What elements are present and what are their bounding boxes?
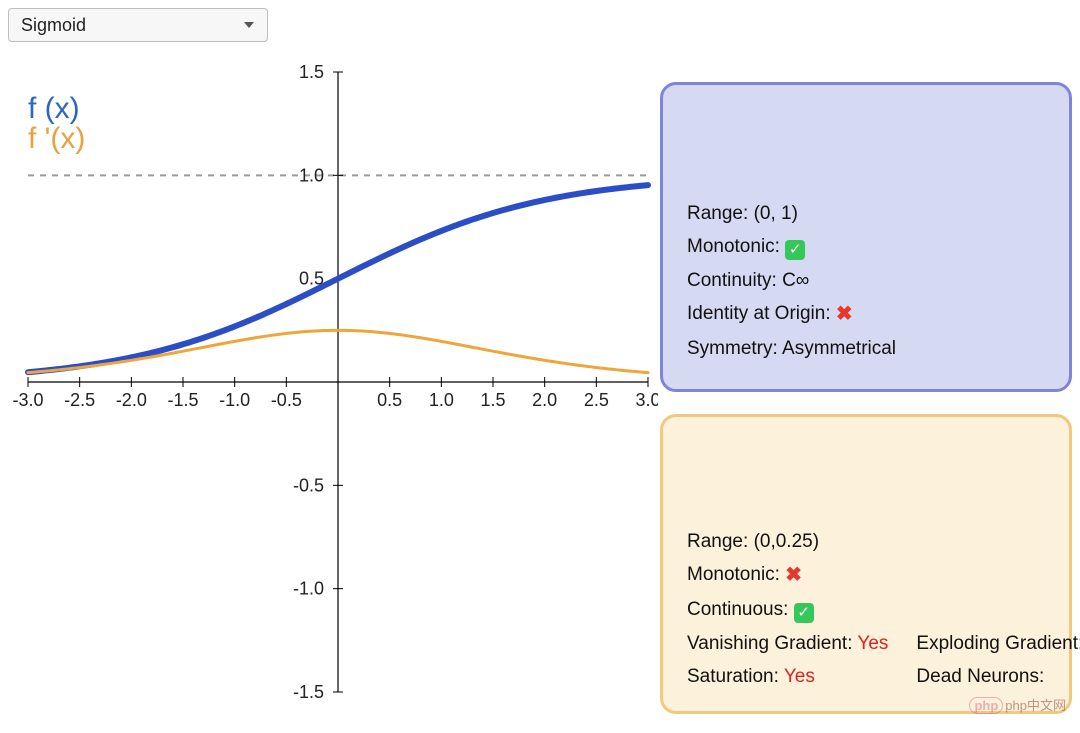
svg-text:2.0: 2.0 <box>532 390 557 410</box>
svg-text:0.5: 0.5 <box>377 390 402 410</box>
fpx-saturation-label: Saturation: <box>687 666 779 687</box>
svg-text:-1.0: -1.0 <box>293 579 324 599</box>
fpx-exploding: Exploding Gradient: No <box>916 627 1080 660</box>
fpx-vanishing-label: Vanishing Gradient: <box>687 633 852 654</box>
fx-range-label: Range: <box>687 203 748 224</box>
stage: -3.0 -2.5 -2.0 -1.5 -1.0 -0.5 0.5 1.0 1.5 2.0 2.5 3… <box>8 62 1072 722</box>
fx-continuity-value: C∞ <box>782 270 809 291</box>
fpx-deadneurons: Dead Neurons: <box>916 660 1080 693</box>
fx-identity: Identity at Origin: ✖ <box>687 297 1045 332</box>
chart-svg: -3.0 -2.5 -2.0 -1.5 -1.0 -0.5 0.5 1.0 1.5 2.0 2.5 3… <box>8 62 658 702</box>
fpx-range-value: (0,0.25) <box>754 531 819 552</box>
svg-text:-1.5: -1.5 <box>293 682 324 702</box>
svg-text:-3.0: -3.0 <box>12 390 43 410</box>
svg-text:1.0: 1.0 <box>429 390 454 410</box>
fpx-deadneurons-label: Dead Neurons: <box>916 666 1044 687</box>
fx-range-value: (0, 1) <box>754 203 798 224</box>
fpx-range: Range: (0,0.25) <box>687 525 1045 558</box>
panel-fpx: Range: (0,0.25) Monotonic: ✖ Continuous:… <box>660 414 1072 714</box>
svg-text:1.5: 1.5 <box>480 390 505 410</box>
fpx-range-label: Range: <box>687 531 748 552</box>
svg-text:1.5: 1.5 <box>299 62 324 82</box>
fx-symmetry-value: Asymmetrical <box>782 338 896 359</box>
svg-text:3.0: 3.0 <box>635 390 658 410</box>
fpx-monotonic-label: Monotonic: <box>687 564 780 585</box>
panel-fx: Range: (0, 1) Monotonic: ✓ Continuity: C… <box>660 82 1072 392</box>
svg-text:-0.5: -0.5 <box>271 390 302 410</box>
svg-text:-2.0: -2.0 <box>116 390 147 410</box>
check-icon: ✓ <box>785 240 805 260</box>
fpx-continuous: Continuous: ✓ <box>687 593 1045 626</box>
fx-continuity-label: Continuity: <box>687 270 777 291</box>
fpx-saturation: Saturation: Yes <box>687 660 888 693</box>
cross-icon: ✖ <box>785 564 802 586</box>
legend-fpx: f '(x) <box>28 122 85 156</box>
svg-text:-1.5: -1.5 <box>167 390 198 410</box>
fx-identity-label: Identity at Origin: <box>687 303 831 324</box>
cross-icon: ✖ <box>836 303 853 325</box>
fx-symmetry: Symmetry: Asymmetrical <box>687 332 1045 365</box>
fpx-exploding-label: Exploding Gradient: <box>916 633 1080 654</box>
legend-fx: f (x) <box>28 92 85 126</box>
fx-range: Range: (0, 1) <box>687 197 1045 230</box>
svg-text:-1.0: -1.0 <box>219 390 250 410</box>
fpx-continuous-label: Continuous: <box>687 599 788 620</box>
fx-monotonic-label: Monotonic: <box>687 236 780 257</box>
check-icon: ✓ <box>794 603 814 623</box>
svg-text:1.0: 1.0 <box>299 165 324 185</box>
fpx-vanishing-value: Yes <box>857 633 888 654</box>
legend: f (x) f '(x) <box>28 92 85 156</box>
fx-continuity: Continuity: C∞ <box>687 264 1045 297</box>
svg-text:2.5: 2.5 <box>584 390 609 410</box>
fx-symmetry-label: Symmetry: <box>687 338 778 359</box>
activation-select-wrap: Sigmoid <box>8 8 268 42</box>
activation-select[interactable]: Sigmoid <box>8 8 268 42</box>
fpx-saturation-value: Yes <box>784 666 815 687</box>
fx-monotonic: Monotonic: ✓ <box>687 230 1045 263</box>
fpx-monotonic: Monotonic: ✖ <box>687 558 1045 593</box>
svg-text:-2.5: -2.5 <box>64 390 95 410</box>
svg-text:-0.5: -0.5 <box>293 475 324 495</box>
fpx-vanishing: Vanishing Gradient: Yes <box>687 627 888 660</box>
